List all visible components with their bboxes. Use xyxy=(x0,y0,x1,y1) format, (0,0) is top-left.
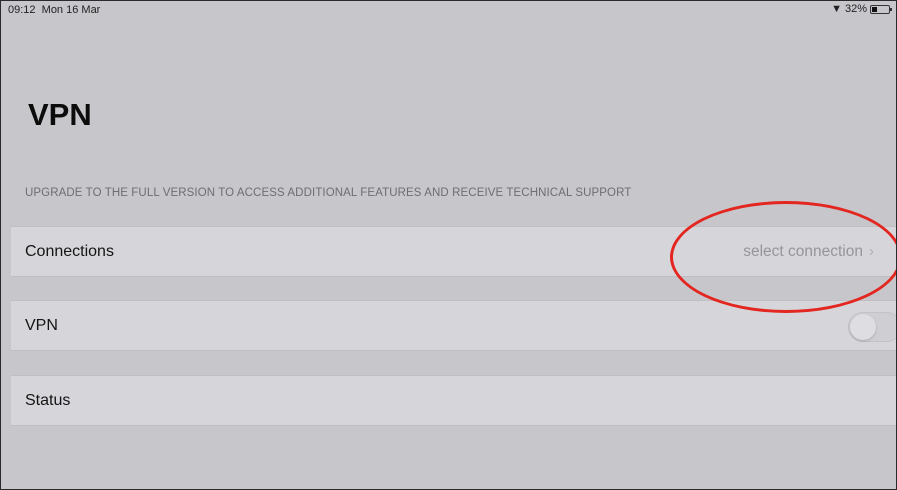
upgrade-notice: UPGRADE TO THE FULL VERSION TO ACCESS AD… xyxy=(25,187,632,199)
select-connection-button[interactable]: select connection › xyxy=(743,243,874,261)
battery-nub xyxy=(890,7,892,11)
battery-percent: 32% xyxy=(844,3,867,15)
battery-icon xyxy=(870,4,892,14)
toggle-knob xyxy=(850,314,876,340)
connections-label: Connections xyxy=(25,243,114,260)
status-right: ▼ 32% xyxy=(831,3,892,15)
vpn-label: VPN xyxy=(25,317,58,334)
battery-fill xyxy=(872,6,877,12)
wifi-icon: ▼ xyxy=(831,3,842,15)
connection-value: select connection xyxy=(743,243,863,260)
status-time-date: 09:12 Mon 16 Mar xyxy=(8,4,100,16)
screenshot-frame: 09:12 Mon 16 Mar ▼ 32% VPN UPGRADE TO TH… xyxy=(0,0,897,490)
vpn-row: VPN xyxy=(11,300,896,351)
status-date: Mon 16 Mar xyxy=(41,4,101,16)
status-bar: 09:12 Mon 16 Mar ▼ 32% xyxy=(1,1,896,19)
connections-row[interactable]: Connections select connection › xyxy=(11,226,896,277)
chevron-right-icon: › xyxy=(869,243,874,260)
status-label: Status xyxy=(25,392,71,409)
status-row: Status xyxy=(11,375,896,426)
status-time: 09:12 xyxy=(8,4,36,16)
page-title: VPN xyxy=(28,97,92,132)
vpn-toggle[interactable] xyxy=(848,312,896,342)
